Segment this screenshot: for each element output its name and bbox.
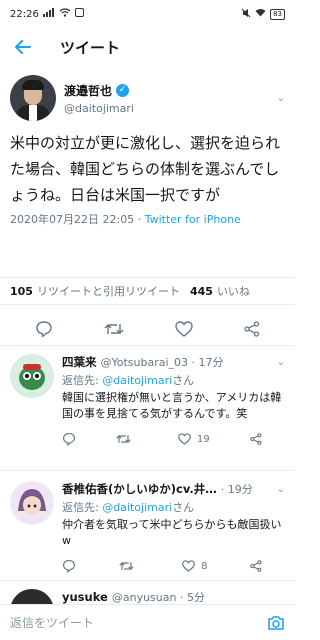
mute-icon (241, 8, 251, 21)
retweet-icon[interactable] (116, 433, 132, 445)
notification-icon (74, 8, 84, 20)
reply-item[interactable]: 香椎佑香(かしいゆか)cv.井… · 19分 ⌄ 返信先: @daitojima… (0, 471, 295, 581)
reply-item[interactable]: 四葉来 @Yotsubarai_03 · 17分 ⌄ 返信先: @daitoji… (0, 346, 295, 471)
tweet-datetime: 2020年07月22日 22:05 (10, 213, 135, 226)
author-row: 渡邉哲也 ✓ @daitojimari ⌄ (10, 72, 285, 124)
like-icon[interactable] (177, 433, 191, 445)
reply-avatar[interactable] (10, 589, 54, 604)
wifi-icon (59, 8, 71, 20)
reply-icon[interactable] (35, 320, 53, 338)
tweet-text: 米中の対立が更に激化し、選択を迫られた場合、韓国どちらの体制を選ぶんでしょうね。… (10, 134, 281, 204)
verified-icon: ✓ (116, 83, 130, 97)
chevron-down-icon[interactable]: ⌄ (277, 93, 285, 104)
reply-compose-input[interactable]: 返信をツイート (10, 614, 267, 631)
reply-to-prefix: 返信先: (62, 374, 103, 387)
wifi-status-icon (255, 8, 266, 20)
status-time: 22:26 (10, 8, 39, 20)
reply-text: 韓国に選択権が無いと言うか、アメリカは韓国の事を見捨てる気がするんです。笑 (62, 391, 282, 420)
reply-to-suffix: さん (172, 501, 195, 514)
like-icon[interactable] (175, 320, 193, 337)
author-avatar[interactable] (10, 75, 56, 121)
status-bar: 22:26 83 (0, 0, 295, 28)
like-count[interactable]: 445 (190, 285, 213, 298)
reply-icon[interactable] (62, 559, 76, 573)
page-title: ツイート (60, 38, 121, 57)
tweet-source-link[interactable]: Twitter for iPhone (145, 213, 241, 226)
compose-bar: 返信をツイート (0, 604, 295, 640)
stats-row: 105 リツイートと引用リツイート 445 いいね (0, 277, 295, 305)
share-icon[interactable] (243, 320, 260, 337)
reply-like-count: 8 (201, 560, 208, 572)
share-icon[interactable] (250, 560, 262, 572)
back-arrow-icon[interactable] (10, 34, 36, 60)
retweet-icon[interactable] (118, 560, 134, 572)
reply-avatar[interactable] (10, 354, 54, 398)
reply-action-row: 19 (62, 432, 262, 446)
retweet-label[interactable]: リツイートと引用リツイート (37, 283, 180, 299)
reply-author-handle[interactable]: @anyusuan · 5分 (112, 589, 205, 604)
reply-text: 仲介者を気取って米中どちらからも敵国扱いw (62, 518, 282, 547)
reply-icon[interactable] (62, 432, 76, 446)
app-header: ツイート (0, 28, 295, 66)
reply-like-count: 19 (196, 433, 210, 445)
reply-author-handle[interactable]: @Yotsubarai_03 · 17分 (101, 354, 224, 370)
author-handle[interactable]: @daitojimari (64, 102, 277, 115)
chevron-down-icon[interactable]: ⌄ (277, 357, 285, 368)
main-tweet: 渡邉哲也 ✓ @daitojimari ⌄ 米中の対立が更に激化し、選択を迫られ… (0, 72, 295, 227)
reply-to-line: 返信先: @daitojimariさん (62, 499, 285, 515)
camera-icon[interactable] (267, 615, 285, 631)
signal-icon (42, 8, 55, 20)
battery-icon: 83 (270, 8, 285, 20)
retweet-icon[interactable] (104, 321, 124, 337)
reply-to-prefix: 返信先: (62, 501, 103, 514)
reply-to-suffix: さん (172, 374, 195, 387)
reply-to-mention[interactable]: @daitojimari (102, 501, 172, 514)
like-label[interactable]: いいね (217, 283, 250, 299)
reply-to-line: 返信先: @daitojimariさん (62, 372, 285, 388)
share-icon[interactable] (250, 433, 262, 445)
reply-to-mention[interactable]: @daitojimari (102, 374, 172, 387)
reply-author-name[interactable]: yusuke (62, 590, 108, 604)
reply-author-handle[interactable]: · 19分 (221, 481, 253, 497)
reply-author-name[interactable]: 香椎佑香(かしいゆか)cv.井… (62, 481, 217, 497)
reply-action-row: 8 (62, 559, 262, 573)
chevron-down-icon[interactable]: ⌄ (277, 484, 285, 495)
reply-item[interactable]: yusuke @anyusuan · 5分 (0, 581, 295, 604)
author-name[interactable]: 渡邉哲也 (64, 82, 112, 99)
tweet-meta: 2020年07月22日 22:05 · Twitter for iPhone (10, 213, 241, 226)
reply-author-name[interactable]: 四葉来 (62, 354, 97, 370)
tweet-action-row (0, 312, 295, 346)
like-icon[interactable] (182, 560, 195, 572)
reply-avatar[interactable] (10, 481, 54, 525)
retweet-count[interactable]: 105 (10, 285, 33, 298)
